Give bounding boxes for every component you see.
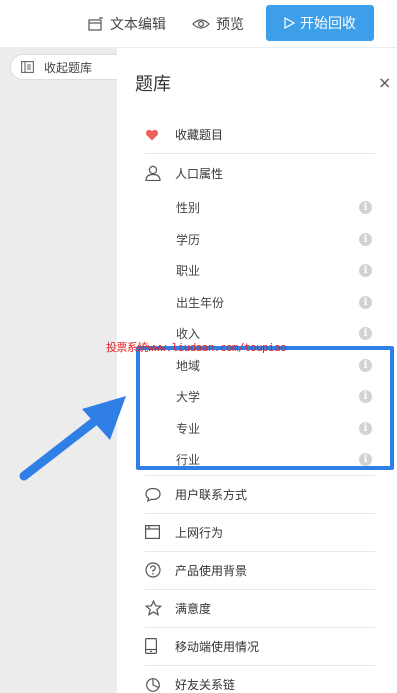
favorites-label: 收藏题目: [175, 128, 224, 142]
start-collect-button[interactable]: 开始回收: [266, 5, 374, 41]
collapse-bank-button[interactable]: 收起题库: [10, 54, 128, 80]
product-background-item[interactable]: 产品使用背景: [145, 552, 375, 590]
text-edit-button[interactable]: 文本编辑: [88, 14, 166, 34]
watermark-text: 投票系统www.liudaan.com/toupiao: [106, 341, 287, 354]
satisfaction-label: 满意度: [175, 601, 212, 616]
mobile-usage-item[interactable]: 移动端使用情况: [145, 628, 375, 666]
friend-chain-item[interactable]: 好友关系链: [145, 666, 375, 693]
sub-item-birth-year[interactable]: 出生年份 i: [145, 287, 375, 319]
top-toolbar: 文本编辑 预览 开始回收: [0, 0, 397, 48]
sub-item-education[interactable]: 学历 i: [145, 224, 375, 256]
contact-label: 用户联系方式: [175, 487, 248, 502]
chat-bubble-icon: [145, 487, 161, 502]
contact-item[interactable]: 用户联系方式: [145, 476, 375, 514]
sub-item-label: 性别: [176, 201, 201, 216]
question-circle-icon: [145, 562, 161, 578]
start-collect-label: 开始回收: [300, 16, 356, 32]
canvas-area: [0, 48, 117, 693]
eye-icon: [192, 19, 210, 29]
browsing-label: 上网行为: [175, 525, 224, 540]
preview-label: 预览: [216, 17, 244, 33]
panel-title: 题库: [135, 74, 171, 95]
text-edit-label: 文本编辑: [110, 17, 166, 33]
collapse-bank-label: 收起题库: [44, 60, 93, 75]
star-icon: [145, 600, 162, 616]
close-icon[interactable]: ×: [378, 73, 391, 92]
edit-window-icon: [88, 17, 103, 31]
info-icon[interactable]: i: [359, 295, 372, 309]
collapse-panel-icon: [21, 61, 34, 73]
mobile-usage-label: 移动端使用情况: [175, 639, 260, 654]
heart-icon: [145, 129, 159, 140]
population-label: 人口属性: [175, 166, 224, 181]
play-icon: [284, 17, 295, 29]
link-chain-icon: [146, 677, 160, 692]
sub-item-label: 出生年份: [176, 295, 225, 310]
browsing-item[interactable]: 上网行为: [145, 514, 375, 552]
info-icon[interactable]: i: [359, 201, 372, 215]
highlight-box: [136, 346, 394, 470]
sub-item-label: 职业: [176, 264, 201, 279]
sub-item-occupation[interactable]: 职业 i: [145, 255, 375, 287]
population-item[interactable]: 人口属性: [145, 154, 375, 192]
favorites-item[interactable]: 收藏题目: [145, 116, 375, 154]
info-icon[interactable]: i: [359, 232, 372, 246]
sub-item-label: 学历: [176, 232, 201, 247]
info-icon[interactable]: i: [359, 327, 372, 341]
product-background-label: 产品使用背景: [175, 563, 248, 578]
info-icon[interactable]: i: [359, 264, 372, 278]
sub-item-gender[interactable]: 性别 i: [145, 192, 375, 224]
browser-window-icon: [145, 525, 160, 539]
friend-chain-label: 好友关系链: [175, 678, 236, 692]
preview-button[interactable]: 预览: [192, 14, 244, 34]
mobile-phone-icon: [145, 638, 157, 654]
satisfaction-item[interactable]: 满意度: [145, 590, 375, 628]
person-icon: [145, 165, 161, 181]
